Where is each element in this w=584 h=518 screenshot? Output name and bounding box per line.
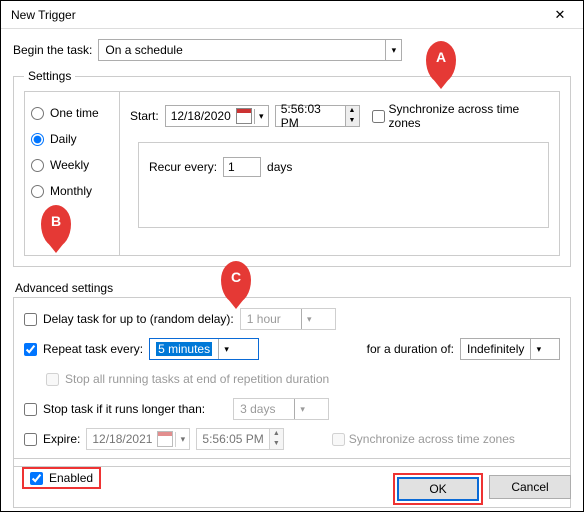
sync-timezones-checkbox[interactable]: Synchronize across time zones — [372, 102, 549, 130]
delay-checkbox[interactable] — [24, 313, 37, 326]
title-bar: New Trigger ✕ — [1, 1, 583, 29]
expire-checkbox[interactable] — [24, 433, 37, 446]
stop-if-label: Stop task if it runs longer than: — [43, 402, 205, 416]
button-row: OK Cancel — [13, 466, 571, 503]
recur-label: Recur every: — [149, 160, 217, 174]
cancel-button[interactable]: Cancel — [489, 475, 571, 499]
duration-label: for a duration of: — [367, 342, 454, 356]
expire-label: Expire: — [43, 432, 80, 446]
stop-if-checkbox[interactable] — [24, 403, 37, 416]
radio-daily[interactable]: Daily — [31, 132, 113, 146]
time-spinner[interactable]: ▲▼ — [345, 106, 359, 126]
settings-legend: Settings — [24, 69, 75, 83]
chevron-down-icon: ▾ — [254, 109, 268, 124]
window-title: New Trigger — [11, 8, 76, 22]
delay-label: Delay task for up to (random delay): — [43, 312, 234, 326]
stop-all-label: Stop all running tasks at end of repetit… — [65, 372, 329, 386]
calendar-icon — [157, 431, 173, 447]
repeat-checkbox[interactable] — [24, 343, 37, 356]
begin-task-select[interactable]: On a schedule ▾ — [98, 39, 402, 61]
frequency-panel: One time Daily Weekly Monthly — [24, 91, 119, 256]
expire-date-input[interactable]: 12/18/2021 ▾ — [86, 428, 190, 450]
ok-button[interactable]: OK — [397, 477, 479, 501]
repeat-label: Repeat task every: — [43, 342, 143, 356]
start-label: Start: — [130, 109, 159, 123]
repeat-select[interactable]: 5 minutes▾ — [149, 338, 259, 360]
recur-value-input[interactable] — [223, 157, 261, 177]
recur-unit-label: days — [267, 160, 292, 174]
radio-monthly[interactable]: Monthly — [31, 184, 113, 198]
expire-time-input[interactable]: 5:56:05 PM ▲▼ — [196, 428, 283, 450]
duration-select[interactable]: Indefinitely▾ — [460, 338, 560, 360]
advanced-legend: Advanced settings — [15, 281, 571, 295]
begin-task-label: Begin the task: — [13, 43, 92, 57]
settings-fieldset: Settings One time Daily Weekly Monthly S… — [13, 69, 571, 267]
calendar-icon — [236, 108, 252, 124]
radio-onetime[interactable]: One time — [31, 106, 113, 120]
stop-all-checkbox — [46, 373, 59, 386]
start-date-input[interactable]: 12/18/2020 ▾ — [165, 105, 269, 127]
radio-weekly[interactable]: Weekly — [31, 158, 113, 172]
expire-sync-checkbox: Synchronize across time zones — [332, 432, 515, 446]
close-icon[interactable]: ✕ — [545, 4, 575, 26]
recur-panel: Recur every: days — [138, 142, 549, 228]
schedule-panel: Start: 12/18/2020 ▾ 5:56:03 PM ▲▼ Synchr… — [119, 91, 560, 256]
start-time-input[interactable]: 5:56:03 PM ▲▼ — [275, 105, 360, 127]
delay-select: 1 hour▾ — [240, 308, 336, 330]
stop-if-select: 3 days▾ — [233, 398, 329, 420]
chevron-down-icon: ▾ — [385, 40, 401, 60]
